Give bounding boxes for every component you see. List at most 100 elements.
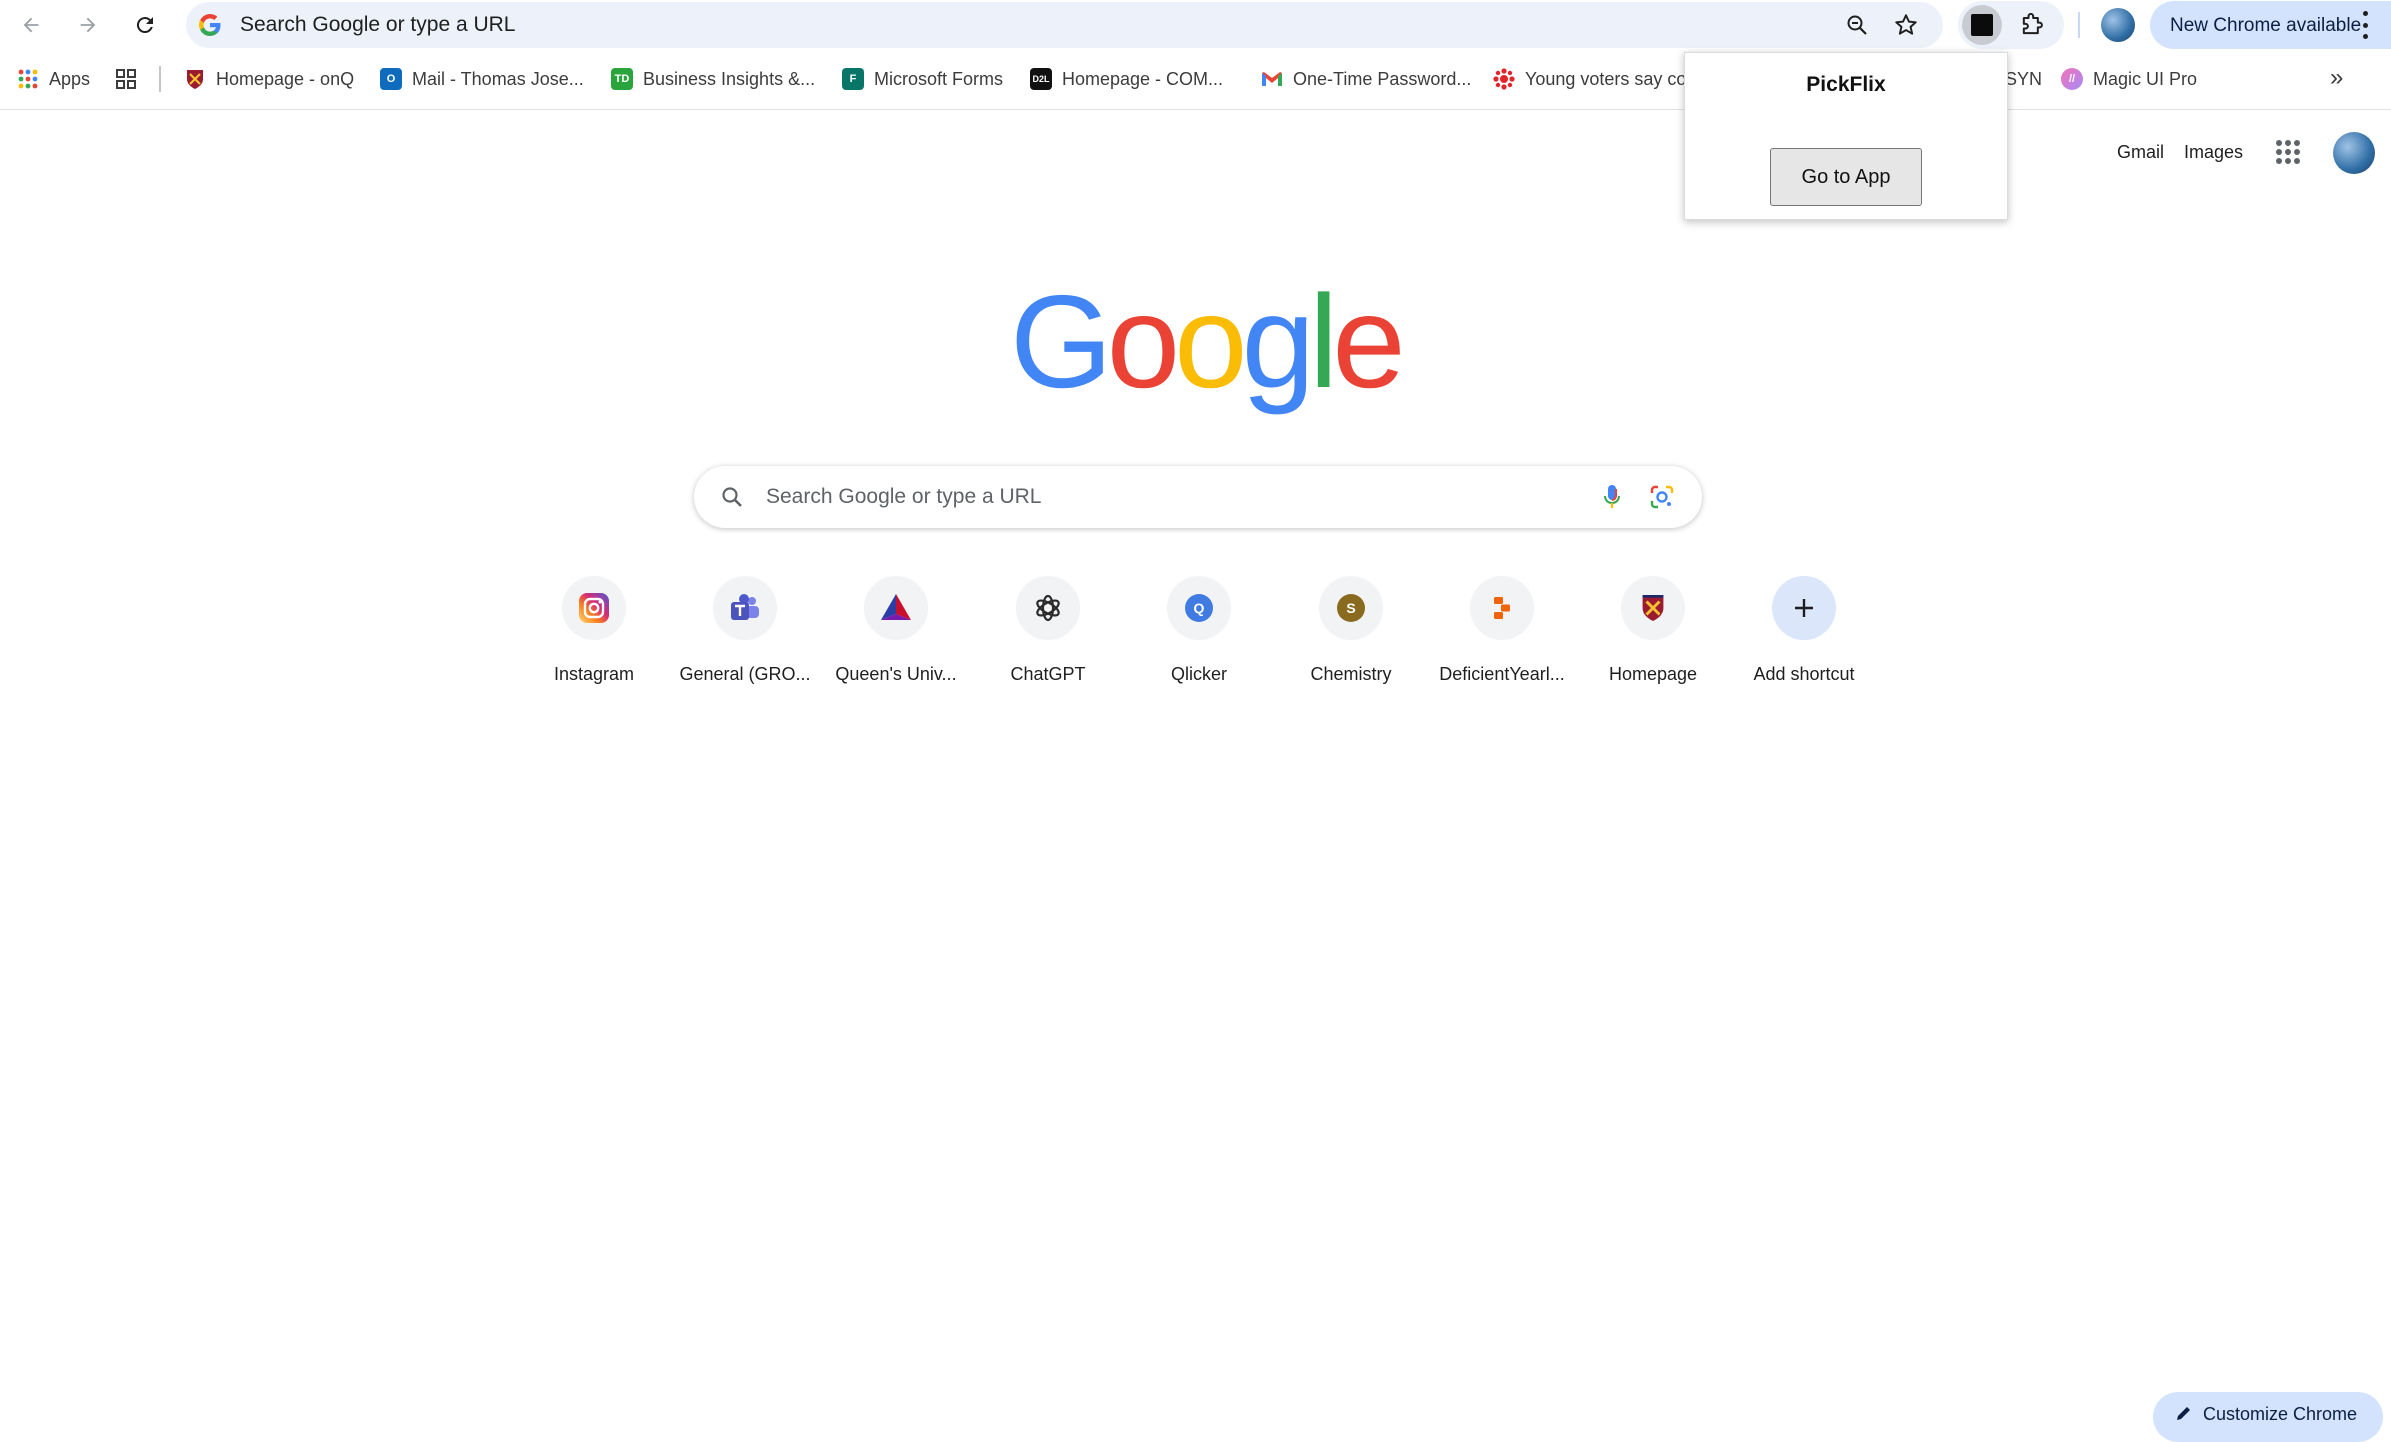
customize-chrome-button[interactable]: Customize Chrome — [2153, 1392, 2383, 1442]
extensions-group — [1958, 1, 2064, 49]
bookmark-td[interactable]: TD Business Insights &... — [611, 63, 815, 95]
instagram-icon — [579, 593, 609, 623]
queens-crest-icon — [1642, 595, 1664, 621]
magicui-icon: // — [2061, 68, 2083, 90]
gmail-icon — [1261, 68, 1283, 90]
shortcut-icon-wrap — [713, 576, 777, 640]
toolbar-divider — [2078, 12, 2080, 38]
cbc-icon — [1493, 68, 1515, 90]
voice-search-button[interactable] — [1598, 483, 1626, 511]
extensions-button[interactable] — [2016, 9, 2048, 41]
td-icon: TD — [611, 68, 633, 90]
bookmarks-bar: Apps Homepage - onQ O Mail - Thomas Jose… — [0, 50, 2391, 110]
replit-icon — [1494, 597, 1510, 619]
reload-button[interactable] — [126, 6, 164, 44]
queens-prism-icon — [881, 594, 911, 620]
bookmark-label: Microsoft Forms — [874, 68, 1004, 89]
pickflix-icon — [1971, 14, 1993, 36]
shortcut-icon-wrap — [1470, 576, 1534, 640]
google-lens-icon — [1650, 485, 1674, 509]
lens-search-button[interactable] — [1648, 483, 1676, 511]
shortcut-chatgpt[interactable]: ChatGPT — [978, 572, 1118, 692]
bookmark-d2l[interactable]: D2L Homepage - COM... — [1030, 63, 1223, 95]
bookmark-label: SYN — [2005, 68, 2043, 89]
outlook-icon: O — [380, 68, 402, 90]
bookmark-onq[interactable]: Homepage - onQ — [184, 63, 354, 95]
browser-toolbar: Search Google or type a URL New Chrome a… — [0, 0, 2391, 50]
add-shortcut-button[interactable]: Add shortcut — [1734, 572, 1874, 692]
gmail-link[interactable]: Gmail — [2117, 142, 2164, 163]
pickflix-popup: PickFlix Go to App — [1684, 52, 2008, 220]
back-button[interactable] — [12, 6, 50, 44]
bookmark-mail[interactable]: O Mail - Thomas Jose... — [380, 63, 584, 95]
popup-title: PickFlix — [1806, 73, 1886, 96]
shortcut-instagram[interactable]: Instagram — [524, 572, 664, 692]
forward-arrow-icon — [80, 17, 96, 33]
shortcut-homepage[interactable]: Homepage — [1583, 572, 1723, 692]
account-avatar[interactable] — [2333, 132, 2375, 174]
reload-icon — [136, 17, 153, 34]
bookmark-label: Magic UI Pro — [2093, 68, 2198, 89]
back-arrow-icon — [23, 17, 39, 33]
bookmarks-overflow-icon[interactable]: » — [2330, 64, 2343, 92]
bookmark-label: Apps — [49, 68, 91, 89]
bookmark-label: Homepage - COM... — [1062, 68, 1224, 89]
plus-icon — [1795, 599, 1813, 617]
shortcut-chemistry[interactable]: S Chemistry — [1281, 572, 1421, 692]
shortcut-icon-wrap: S — [1319, 576, 1383, 640]
omnibox-text: Search Google or type a URL — [240, 13, 516, 36]
bookmark-magicui[interactable]: // Magic UI Pro — [2061, 63, 2197, 95]
shortcut-icon-wrap: Q — [1167, 576, 1231, 640]
new-chrome-button[interactable]: New Chrome available — [2150, 1, 2391, 49]
shortcut-label: Queen's Univ... — [835, 664, 957, 684]
chrome-menu-icon[interactable] — [2362, 11, 2368, 39]
shortcut-label: DeficientYearl... — [1439, 664, 1565, 684]
queens-crest-icon — [184, 68, 206, 90]
google-apps-icon[interactable] — [2276, 140, 2300, 164]
bookmark-label: Homepage - onQ — [216, 68, 355, 89]
shortcut-label: General (GRO... — [679, 664, 811, 684]
shortcut-teams[interactable]: General (GRO... — [675, 572, 815, 692]
go-to-app-button[interactable]: Go to App — [1770, 148, 1922, 206]
bookmark-label: Young voters say co — [1525, 68, 1687, 89]
chatgpt-icon — [1036, 594, 1060, 622]
bookmark-label: One-Time Password... — [1293, 68, 1472, 89]
shortcut-icon-wrap — [562, 576, 626, 640]
shortcut-icon-wrap — [864, 576, 928, 640]
bookmark-forms[interactable]: F Microsoft Forms — [842, 63, 1003, 95]
omnibox[interactable]: Search Google or type a URL — [186, 2, 1943, 48]
shortcut-queens-univ[interactable]: Queen's Univ... — [826, 572, 966, 692]
bookmark-syn[interactable]: SYN — [2005, 63, 2042, 95]
shortcut-label: Chemistry — [1310, 664, 1392, 684]
tab-groups-button[interactable] — [115, 63, 137, 95]
d2l-icon: D2L — [1030, 68, 1052, 90]
chemistry-icon: S — [1337, 594, 1365, 622]
zoom-button[interactable] — [1843, 11, 1871, 39]
bookmark-star-button[interactable] — [1892, 11, 1920, 39]
bookmark-label: Mail - Thomas Jose... — [412, 68, 584, 89]
search-box[interactable]: Search Google or type a URL — [694, 466, 1702, 528]
shortcut-label: ChatGPT — [1010, 664, 1086, 684]
shortcut-label: Add shortcut — [1753, 664, 1855, 684]
google-g-icon — [199, 14, 221, 36]
microphone-icon — [1604, 485, 1620, 508]
bookmark-gmail[interactable]: One-Time Password... — [1261, 63, 1471, 95]
images-link[interactable]: Images — [2184, 142, 2243, 163]
search-icon — [718, 483, 746, 511]
profile-avatar[interactable] — [2101, 8, 2135, 42]
bookmark-apps[interactable]: Apps — [17, 63, 90, 95]
shortcut-replit[interactable]: DeficientYearl... — [1432, 572, 1572, 692]
apps-grid-icon — [17, 68, 39, 90]
shortcut-icon-wrap — [1621, 576, 1685, 640]
zoom-out-icon — [1847, 15, 1867, 35]
pickflix-extension-button[interactable] — [1962, 5, 2002, 45]
star-icon — [1895, 14, 1917, 35]
bookmark-cbc[interactable]: Young voters say co — [1493, 63, 1686, 95]
forward-button[interactable] — [69, 6, 107, 44]
shortcut-icon-wrap — [1016, 576, 1080, 640]
shortcut-qlicker[interactable]: Q Qlicker — [1129, 572, 1269, 692]
shortcut-label: Homepage — [1608, 664, 1698, 684]
puzzle-icon — [2022, 12, 2043, 35]
svg-text:S: S — [1346, 600, 1355, 616]
google-logo: Google — [1010, 268, 1406, 415]
